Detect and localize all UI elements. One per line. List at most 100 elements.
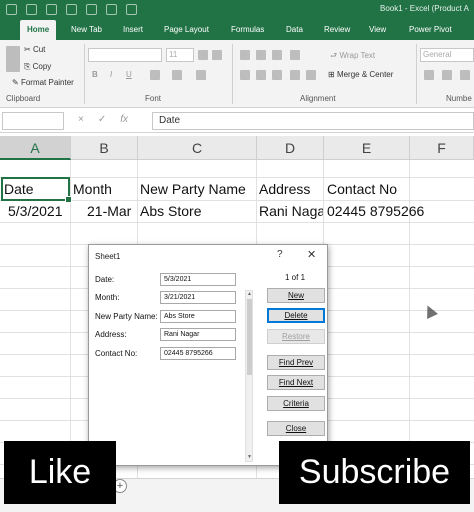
quick-access-toolbar — [6, 4, 137, 15]
ribbon-tabs: Home New Tab Insert Page Layout Formulas… — [0, 20, 474, 40]
tab-data[interactable]: Data — [286, 20, 303, 40]
field-input-contact[interactable]: 02445 8795266 — [160, 347, 236, 360]
tab-home[interactable]: Home — [20, 20, 57, 40]
find-prev-button[interactable]: Find Prev — [267, 355, 325, 370]
restore-button[interactable]: Restore — [267, 329, 325, 344]
copy-button[interactable]: ⎘ Copy — [24, 62, 51, 72]
align-left-icon[interactable] — [240, 70, 250, 80]
orientation-icon[interactable] — [290, 50, 300, 60]
active-cell-indicator — [1, 177, 72, 203]
sort-icon[interactable] — [126, 4, 137, 15]
number-format-box[interactable]: General — [420, 48, 474, 62]
column-header-e[interactable]: E — [324, 136, 410, 160]
cell-b1[interactable]: Month — [73, 178, 112, 200]
formula-bar: × ✓ fx Date — [0, 109, 474, 133]
cell-c2[interactable]: Abs Store — [140, 200, 201, 222]
bold-button[interactable]: B — [92, 70, 98, 79]
field-input-party-name[interactable]: Abs Store — [160, 310, 236, 323]
autosave-icon[interactable] — [6, 4, 17, 15]
tab-review[interactable]: Review — [324, 20, 350, 40]
cell-d2[interactable]: Rani Naga — [259, 200, 323, 222]
borders-icon[interactable] — [150, 70, 160, 80]
cell-d1[interactable]: Address — [259, 178, 310, 200]
formula-input[interactable]: Date — [152, 112, 474, 130]
percent-icon[interactable] — [442, 70, 452, 80]
column-header-d[interactable]: D — [257, 136, 324, 160]
increase-indent-icon[interactable] — [306, 70, 316, 80]
paste-icon[interactable] — [6, 46, 20, 72]
cell-e1[interactable]: Contact No — [327, 178, 397, 200]
new-button[interactable]: New — [267, 288, 325, 303]
ribbon-separator — [416, 44, 417, 104]
field-input-date[interactable]: 5/3/2021 — [160, 273, 236, 286]
currency-icon[interactable] — [424, 70, 434, 80]
ribbon-separator — [84, 44, 85, 104]
field-label-party-name: New Party Name: — [95, 312, 158, 321]
scroll-thumb[interactable] — [247, 299, 252, 375]
tab-new-tab[interactable]: New Tab — [71, 20, 102, 40]
close-icon[interactable]: ✕ — [307, 248, 316, 261]
clipboard-group-label: Clipboard — [6, 94, 41, 103]
undo-icon[interactable] — [66, 4, 77, 15]
align-middle-icon[interactable] — [256, 50, 266, 60]
column-header-b[interactable]: B — [71, 136, 138, 160]
cancel-icon[interactable]: × — [78, 114, 84, 125]
dialog-title: Sheet1 — [95, 252, 121, 261]
field-label-date: Date: — [95, 275, 115, 284]
merge-center-button[interactable]: ⊞ Merge & Center — [328, 70, 393, 79]
camera-icon[interactable] — [26, 4, 37, 15]
decrease-indent-icon[interactable] — [290, 70, 300, 80]
name-box[interactable] — [2, 112, 64, 130]
align-right-icon[interactable] — [272, 70, 282, 80]
scroll-down-icon[interactable]: ▼ — [247, 455, 252, 460]
wrap-text-button[interactable]: ⮐ Wrap Text — [330, 50, 375, 64]
tab-power-pivot[interactable]: Power Pivot — [409, 20, 452, 40]
fill-color-icon[interactable] — [172, 70, 182, 80]
field-input-month[interactable]: 3/21/2021 — [160, 291, 236, 304]
mouse-cursor-icon — [422, 303, 438, 319]
tab-formulas[interactable]: Formulas — [231, 20, 264, 40]
formula-buttons: × ✓ fx — [78, 114, 128, 125]
comma-style-icon[interactable] — [460, 70, 470, 80]
font-group-label: Font — [145, 94, 162, 103]
subscribe-overlay: Subscribe — [279, 441, 470, 504]
tab-view[interactable]: View — [369, 20, 386, 40]
help-icon[interactable]: ? — [277, 249, 283, 260]
find-next-button[interactable]: Find Next — [267, 375, 325, 390]
form-icon[interactable] — [106, 4, 117, 15]
cell-b2[interactable]: 21-Mar — [87, 200, 131, 222]
font-name-box[interactable] — [88, 48, 162, 62]
insert-function-icon[interactable]: fx — [120, 114, 128, 125]
align-center-icon[interactable] — [256, 70, 266, 80]
tab-insert[interactable]: Insert — [123, 20, 143, 40]
align-top-icon[interactable] — [240, 50, 250, 60]
save-icon[interactable] — [46, 4, 57, 15]
ribbon: ✂ Cut ⎘ Copy ✎ Format Painter Clipboard … — [0, 40, 474, 108]
redo-icon[interactable] — [86, 4, 97, 15]
align-bottom-icon[interactable] — [272, 50, 282, 60]
italic-button[interactable]: I — [110, 70, 112, 79]
column-header-c[interactable]: C — [138, 136, 257, 160]
increase-font-icon[interactable] — [198, 50, 208, 60]
font-size-box[interactable]: 11 — [166, 48, 194, 62]
cell-e2[interactable]: 02445 8795266 — [327, 200, 424, 222]
delete-button[interactable]: Delete — [267, 308, 325, 323]
scroll-up-icon[interactable]: ▲ — [247, 292, 252, 297]
cell-c1[interactable]: New Party Name — [140, 178, 246, 200]
cut-button[interactable]: ✂ Cut — [24, 45, 45, 54]
decrease-font-icon[interactable] — [212, 50, 222, 60]
column-header-f[interactable]: F — [410, 136, 474, 160]
enter-icon[interactable]: ✓ — [98, 114, 106, 125]
format-painter-button[interactable]: ✎ Format Painter — [12, 78, 74, 87]
field-input-address[interactable]: Rani Nagar — [160, 328, 236, 341]
tab-page-layout[interactable]: Page Layout — [164, 20, 209, 40]
excel-window: Book1 - Excel (Product A Home New Tab In… — [0, 0, 474, 512]
copy-icon: ⎘ — [24, 62, 33, 71]
close-button[interactable]: Close — [267, 421, 325, 436]
column-header-a[interactable]: A — [0, 136, 71, 160]
criteria-button[interactable]: Criteria — [267, 396, 325, 411]
cell-a2[interactable]: 5/3/2021 — [8, 200, 63, 222]
font-color-icon[interactable] — [196, 70, 206, 80]
record-scrollbar[interactable]: ▲ ▼ — [245, 290, 253, 462]
underline-button[interactable]: U — [126, 70, 132, 79]
